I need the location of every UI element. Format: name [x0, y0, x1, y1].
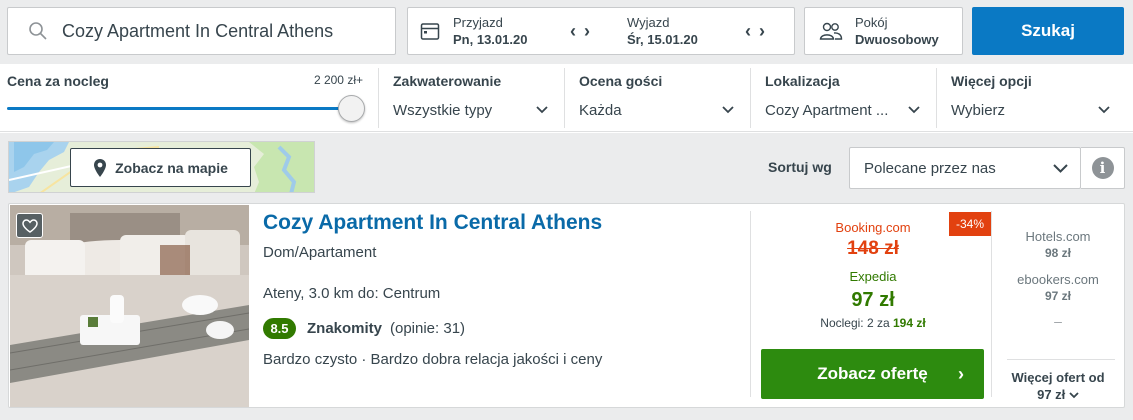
view-deal-label: Zobacz ofertę: [817, 364, 928, 383]
checkin-label: Przyjazd: [453, 15, 503, 30]
info-icon: i: [1091, 157, 1114, 179]
price-filter-max: 2 200 zł+: [313, 73, 363, 87]
best-provider[interactable]: Expedia: [762, 269, 984, 284]
chevron-down-icon: [1069, 392, 1079, 399]
chevron-right-icon: ›: [958, 364, 964, 384]
hotel-type: Dom/Apartament: [263, 244, 377, 261]
price-filter: Cena za nocleg 2 200 zł+: [0, 64, 378, 132]
checkin-next-arrow-icon[interactable]: ›: [584, 22, 590, 40]
chevron-down-icon: [722, 106, 734, 114]
room-value: Dwuosobowy: [855, 32, 939, 47]
card-divider: [991, 211, 992, 397]
filter-location[interactable]: Lokalizacja Cozy Apartment ...: [750, 68, 936, 128]
map-pin-icon: [94, 158, 107, 177]
best-price[interactable]: 97 zł: [762, 289, 984, 312]
filter-accommodation[interactable]: Zakwaterowanie Wszystkie typy: [378, 68, 564, 128]
room-label: Pokój: [855, 15, 888, 30]
guests-icon: [819, 22, 843, 40]
alt-offer-price: 98 zł: [1044, 246, 1071, 260]
sort-info-button[interactable]: i: [1081, 147, 1125, 189]
search-button[interactable]: Szukaj: [972, 7, 1124, 55]
hotel-features: Bardzo czysto · Bardzo dobra relacja jak…: [263, 351, 603, 368]
more-offers-button[interactable]: Więcej ofert od 97 zł: [1000, 370, 1116, 402]
calendar-icon: [420, 23, 440, 40]
dates-field[interactable]: Przyjazd Pn, 13.01.20 ‹ › Wyjazd Śr, 15.…: [407, 7, 795, 55]
hotel-photo[interactable]: [10, 205, 249, 407]
filter-location-title: Lokalizacja: [765, 73, 840, 89]
original-price-value: 148 zł: [847, 238, 899, 259]
filter-more-options-title: Więcej opcji: [951, 73, 1032, 89]
filter-guest-rating-value: Każda: [579, 102, 622, 119]
checkout-next-arrow-icon[interactable]: ›: [759, 22, 765, 40]
rating-count[interactable]: (opinie: 31): [390, 320, 465, 337]
alt-offer-empty: –: [1054, 313, 1062, 329]
chevron-down-icon: [1098, 106, 1110, 114]
room-selector[interactable]: Pokój Dwuosobowy: [804, 7, 963, 55]
checkout-label: Wyjazd: [627, 15, 670, 30]
filter-guest-rating[interactable]: Ocena gości Każda: [564, 68, 750, 128]
search-input[interactable]: [62, 20, 382, 42]
filter-accommodation-title: Zakwaterowanie: [393, 73, 502, 89]
checkout-value: Śr, 15.01.20: [627, 32, 698, 47]
nights-total: Noclegi: 2 za 194 zł: [762, 316, 984, 330]
search-bar: Przyjazd Pn, 13.01.20 ‹ › Wyjazd Śr, 15.…: [0, 0, 1133, 64]
view-deal-button[interactable]: Zobacz ofertę ›: [761, 349, 984, 399]
checkout-prev-arrow-icon[interactable]: ‹: [745, 22, 751, 40]
filter-bar: Cena za nocleg 2 200 zł+ Zakwaterowanie …: [0, 64, 1133, 132]
checkin-prev-arrow-icon[interactable]: ‹: [570, 22, 576, 40]
filter-more-options-value: Wybierz: [951, 102, 1006, 119]
checkout-date[interactable]: Wyjazd Śr, 15.01.20: [627, 8, 747, 54]
chevron-down-icon: [536, 106, 548, 114]
hotel-name-link[interactable]: Cozy Apartment In Central Athens: [263, 211, 602, 235]
nights-text: Noclegi: 2 za: [820, 316, 890, 330]
card-divider: [750, 211, 751, 397]
checkin-arrows: ‹ ›: [570, 22, 590, 40]
hotel-location[interactable]: Ateny, 3.0 km do: Centrum: [263, 285, 440, 302]
checkout-arrows: ‹ ›: [745, 22, 765, 40]
show-on-map-button[interactable]: Zobacz na mapie: [70, 148, 251, 187]
chevron-down-icon: [1053, 164, 1068, 173]
hotel-photo-image: [10, 205, 249, 407]
alt-offer-provider: Hotels.com: [1025, 229, 1091, 244]
checkin-value: Pn, 13.01.20: [453, 32, 528, 47]
alt-offer[interactable]: ebookers.com 97 zł: [1000, 272, 1116, 303]
filter-guest-rating-title: Ocena gości: [579, 73, 663, 89]
alt-offer-provider: ebookers.com: [1017, 272, 1099, 287]
sort-dropdown-value: Polecane przez nas: [864, 160, 996, 177]
chevron-down-icon: [908, 106, 920, 114]
alt-offer-price: 97 zł: [1044, 289, 1071, 303]
rating-text[interactable]: Znakomity: [307, 320, 382, 337]
search-icon: [29, 22, 47, 40]
more-offers-price-row: 97 zł: [1000, 387, 1116, 402]
sort-label: Sortuj wg: [768, 159, 832, 175]
heart-icon: [21, 218, 38, 233]
show-on-map-label: Zobacz na mapie: [115, 159, 228, 176]
rating-score-badge: 8.5: [263, 318, 296, 339]
original-price: 148 zł: [762, 238, 984, 260]
price-filter-title: Cena za nocleg: [7, 73, 109, 89]
nights-total-price: 194 zł: [893, 316, 926, 330]
search-field[interactable]: [7, 7, 396, 55]
favorite-heart-button[interactable]: [16, 213, 43, 238]
price-slider-track[interactable]: [7, 107, 352, 110]
more-offers-label: Więcej ofert od: [1011, 370, 1105, 385]
filter-more-options[interactable]: Więcej opcji Wybierz: [936, 68, 1126, 128]
more-offers-price: 97 zł: [1037, 387, 1066, 402]
filter-location-value: Cozy Apartment ...: [765, 102, 889, 119]
original-provider[interactable]: Booking.com: [762, 220, 984, 235]
price-slider-handle[interactable]: [338, 95, 365, 122]
alt-offer[interactable]: Hotels.com 98 zł: [1000, 229, 1116, 260]
filter-accommodation-value: Wszystkie typy: [393, 102, 493, 119]
more-offers-divider: [1007, 359, 1115, 360]
sort-dropdown[interactable]: Polecane przez nas: [849, 147, 1081, 189]
